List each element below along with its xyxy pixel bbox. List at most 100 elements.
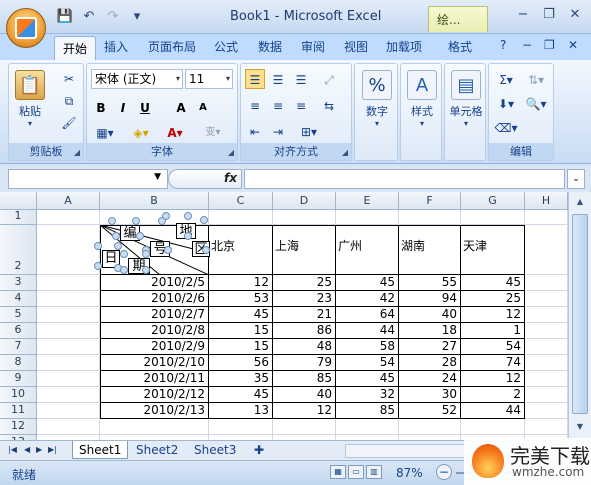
value-cell[interactable]: 45 xyxy=(461,275,525,291)
align-top-icon[interactable]: ☰ xyxy=(245,69,265,89)
value-cell[interactable]: 44 xyxy=(336,323,399,339)
date-cell[interactable]: 2010/2/12 xyxy=(100,387,209,403)
fill-icon[interactable]: ⬇▾ xyxy=(493,93,519,113)
format-painter-icon[interactable]: 🖌 xyxy=(59,112,79,132)
cell[interactable] xyxy=(525,387,568,403)
value-cell[interactable]: 56 xyxy=(209,355,273,371)
decrease-indent-icon[interactable]: ⇤ xyxy=(245,121,265,141)
value-cell[interactable]: 25 xyxy=(461,291,525,307)
cell[interactable] xyxy=(100,419,209,435)
value-cell[interactable]: 54 xyxy=(461,339,525,355)
value-cell[interactable]: 32 xyxy=(336,387,399,403)
name-box[interactable]: ▼ xyxy=(8,169,168,189)
row-header-2[interactable]: 2 xyxy=(0,225,37,275)
phonetic-icon[interactable]: 变▾ xyxy=(197,122,229,142)
cell[interactable] xyxy=(525,323,568,339)
value-cell[interactable]: 85 xyxy=(273,371,336,387)
value-cell[interactable]: 21 xyxy=(273,307,336,323)
cell[interactable] xyxy=(525,403,568,419)
alignment-launcher-icon[interactable]: ◢ xyxy=(342,148,348,157)
save-icon[interactable]: 💾 xyxy=(56,9,74,25)
zoom-out-button[interactable]: − xyxy=(436,464,452,480)
ribbon-minimize-button[interactable]: − xyxy=(522,38,532,52)
value-cell[interactable]: 27 xyxy=(399,339,461,355)
cell[interactable] xyxy=(37,355,100,371)
row-header-9[interactable]: 9 xyxy=(0,371,37,387)
selection-handle[interactable] xyxy=(202,246,210,254)
font-color-button[interactable]: A▾ xyxy=(161,122,189,142)
value-cell[interactable]: 40 xyxy=(273,387,336,403)
date-cell[interactable]: 2010/2/11 xyxy=(100,371,209,387)
selection-handle[interactable] xyxy=(136,232,144,240)
cell[interactable] xyxy=(273,419,336,435)
date-cell[interactable]: 2010/2/7 xyxy=(100,307,209,323)
cell[interactable] xyxy=(525,307,568,323)
value-cell[interactable]: 64 xyxy=(336,307,399,323)
header-cell[interactable]: 北京 xyxy=(209,225,273,275)
value-cell[interactable]: 45 xyxy=(336,371,399,387)
selection-handle[interactable] xyxy=(184,232,192,240)
value-cell[interactable]: 79 xyxy=(273,355,336,371)
cell[interactable] xyxy=(273,210,336,225)
cell[interactable] xyxy=(525,291,568,307)
cell[interactable] xyxy=(37,323,100,339)
font-name-combo[interactable]: 宋体 (正文) ▾ xyxy=(91,69,183,89)
value-cell[interactable]: 30 xyxy=(399,387,461,403)
value-cell[interactable]: 13 xyxy=(209,403,273,419)
cell[interactable] xyxy=(37,291,100,307)
cut-icon[interactable]: ✂ xyxy=(59,68,79,88)
cell[interactable] xyxy=(525,419,568,435)
col-header-g[interactable]: G xyxy=(461,192,525,210)
underline-button[interactable]: U xyxy=(135,97,155,117)
close-button[interactable]: ✕ xyxy=(563,6,587,24)
normal-view-icon[interactable]: ▦ xyxy=(330,465,346,479)
cell[interactable] xyxy=(525,371,568,387)
cell[interactable] xyxy=(461,419,525,435)
cell[interactable] xyxy=(461,210,525,225)
cell[interactable] xyxy=(336,419,399,435)
tab-format[interactable]: 格式 xyxy=(448,38,472,55)
value-cell[interactable]: 45 xyxy=(209,307,273,323)
value-cell[interactable]: 85 xyxy=(336,403,399,419)
sheet-tab-3[interactable]: Sheet3 xyxy=(188,441,242,459)
row-header-6[interactable]: 6 xyxy=(0,323,37,339)
selection-handle[interactable] xyxy=(120,266,128,274)
col-header-f[interactable]: F xyxy=(399,192,461,210)
sheet-tab-1[interactable]: Sheet1 xyxy=(72,441,129,459)
undo-icon[interactable]: ↶ xyxy=(80,9,98,25)
tab-page-layout[interactable]: 页面布局 xyxy=(148,38,196,55)
number-button[interactable]: % 数字 ▾ xyxy=(359,70,395,128)
align-bottom-icon[interactable]: ☰ xyxy=(291,69,311,89)
cell[interactable] xyxy=(525,355,568,371)
value-cell[interactable]: 48 xyxy=(273,339,336,355)
cell[interactable] xyxy=(37,275,100,291)
tab-review[interactable]: 审阅 xyxy=(301,38,325,55)
ribbon-close-button[interactable]: ✕ xyxy=(568,38,578,52)
selection-handle[interactable] xyxy=(112,232,120,240)
font-launcher-icon[interactable]: ◢ xyxy=(228,148,234,157)
value-cell[interactable]: 12 xyxy=(461,371,525,387)
value-cell[interactable]: 45 xyxy=(209,387,273,403)
cell[interactable] xyxy=(37,403,100,419)
page-break-view-icon[interactable]: ▥ xyxy=(366,465,382,479)
cell[interactable] xyxy=(399,419,461,435)
col-header-c[interactable]: C xyxy=(209,192,273,210)
value-cell[interactable]: 23 xyxy=(273,291,336,307)
value-cell[interactable]: 12 xyxy=(273,403,336,419)
sort-filter-icon[interactable]: ⇅▾ xyxy=(523,69,549,89)
date-cell[interactable]: 2010/2/9 xyxy=(100,339,209,355)
find-select-icon[interactable]: 🔍▾ xyxy=(523,93,549,113)
value-cell[interactable]: 94 xyxy=(399,291,461,307)
next-sheet-icon[interactable]: ▶ xyxy=(36,445,42,454)
selection-handle[interactable] xyxy=(200,216,208,224)
tab-home[interactable]: 开始 xyxy=(54,36,97,60)
col-header-a[interactable]: A xyxy=(37,192,100,210)
zoom-level[interactable]: 87% xyxy=(396,466,423,480)
align-center-icon[interactable]: ≡ xyxy=(268,95,288,115)
row-header-3[interactable]: 3 xyxy=(0,275,37,291)
cell[interactable] xyxy=(525,339,568,355)
tab-formulas[interactable]: 公式 xyxy=(214,38,238,55)
value-cell[interactable]: 15 xyxy=(209,339,273,355)
value-cell[interactable]: 52 xyxy=(399,403,461,419)
col-header-b[interactable]: B xyxy=(100,192,209,210)
